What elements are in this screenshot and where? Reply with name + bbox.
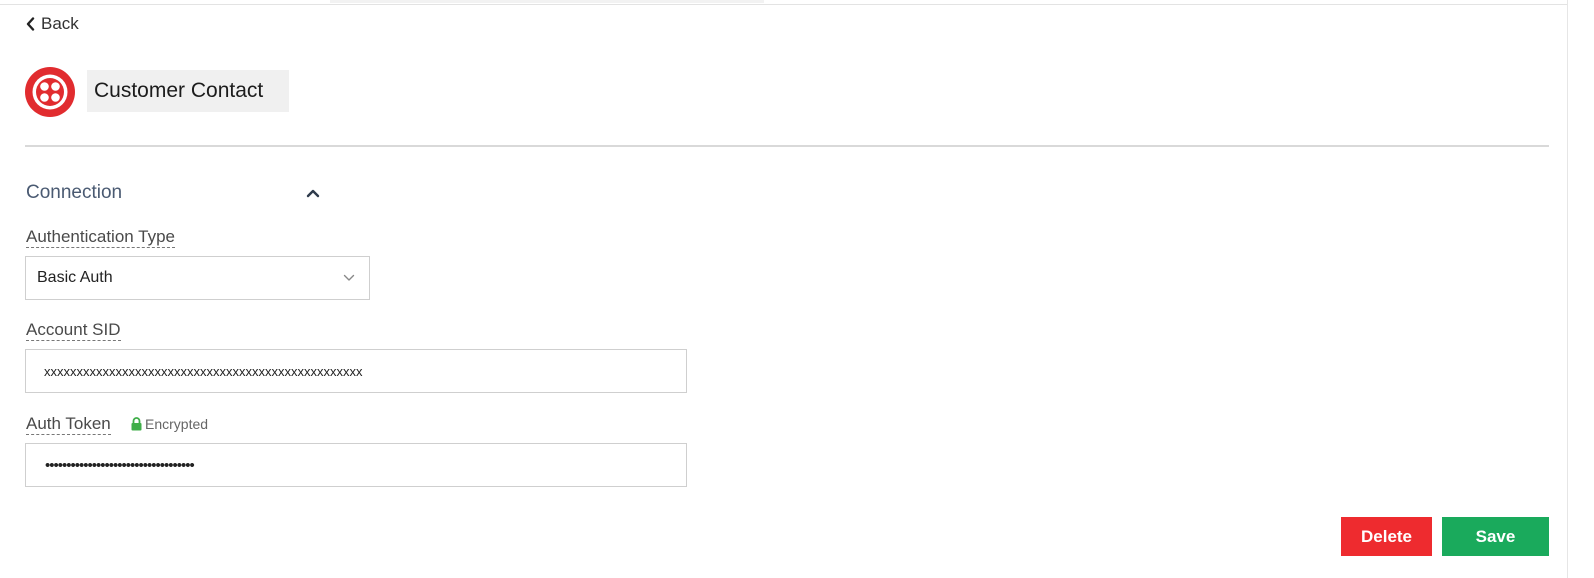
- connection-section-toggle[interactable]: Connection: [26, 180, 320, 206]
- authentication-type-value: Basic Auth: [37, 269, 113, 286]
- chevron-down-icon: [343, 269, 355, 287]
- back-link-label: Back: [41, 14, 79, 33]
- integration-settings-page: Back Customer Contact Connection Authent…: [0, 0, 1594, 578]
- twilio-logo-icon: [25, 67, 75, 117]
- chevron-left-icon: [26, 17, 35, 31]
- lock-icon: [131, 417, 142, 431]
- auth-token-input[interactable]: •••••••••••••••••••••••••••••••••••: [25, 443, 687, 487]
- chevron-up-icon: [306, 188, 320, 198]
- section-title: Connection: [26, 182, 123, 203]
- back-link[interactable]: Back: [26, 13, 79, 35]
- integration-name-field[interactable]: Customer Contact: [87, 70, 289, 112]
- account-sid-input[interactable]: xxxxxxxxxxxxxxxxxxxxxxxxxxxxxxxxxxxxxxxx…: [25, 349, 687, 393]
- scrollbar-edge: [1567, 0, 1568, 578]
- encrypted-badge: Encrypted: [131, 414, 208, 434]
- account-sid-label: Account SID: [26, 320, 121, 341]
- page-title: Customer Contact: [94, 79, 264, 102]
- top-tab-strip: [330, 0, 764, 3]
- authentication-type-label: Authentication Type: [26, 227, 176, 248]
- delete-button[interactable]: Delete: [1341, 517, 1432, 556]
- top-bar: [0, 0, 1568, 5]
- save-button[interactable]: Save: [1442, 517, 1549, 556]
- header-divider: [25, 145, 1549, 147]
- auth-token-label: Auth Token: [26, 414, 111, 435]
- auth-token-value: •••••••••••••••••••••••••••••••••••: [45, 456, 195, 474]
- authentication-type-select[interactable]: Basic Auth: [25, 256, 370, 300]
- encrypted-badge-label: Encrypted: [145, 416, 209, 432]
- account-sid-value: xxxxxxxxxxxxxxxxxxxxxxxxxxxxxxxxxxxxxxxx…: [44, 363, 363, 379]
